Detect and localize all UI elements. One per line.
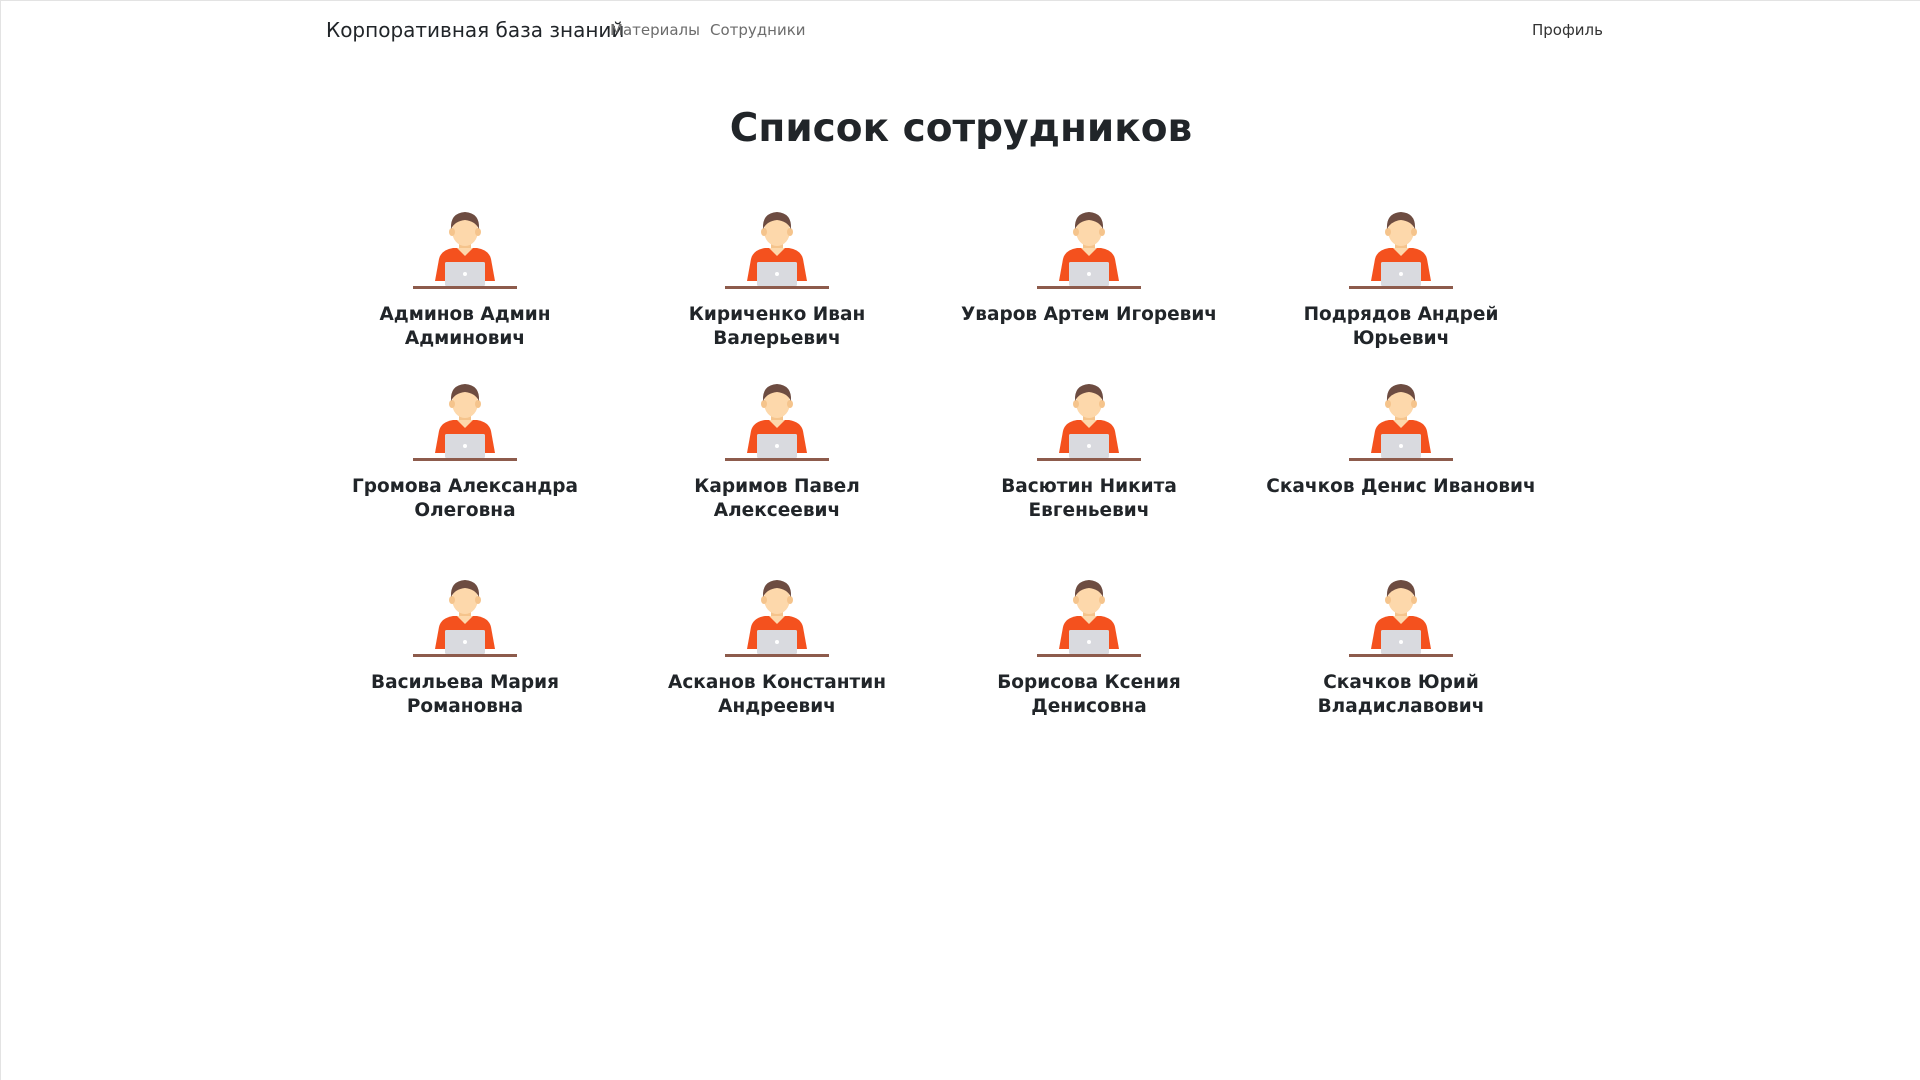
employee-name: Васильева Мария Романовна bbox=[371, 672, 559, 717]
employee-avatar-icon bbox=[413, 381, 517, 463]
employee-card[interactable]: Каримов Павел Алексеевич bbox=[621, 381, 933, 577]
employee-card[interactable]: Кириченко Иван Валерьевич bbox=[621, 209, 933, 381]
employee-name: Подрядов Андрей Юрьевич bbox=[1303, 304, 1499, 349]
employee-name: Борисова Ксения Денисовна bbox=[997, 672, 1181, 717]
employee-name: Скачков Денис Иванович bbox=[1266, 476, 1536, 497]
employee-avatar-icon bbox=[725, 209, 829, 291]
employee-name: Скачков Юрий Владиславович bbox=[1317, 672, 1485, 717]
employee-card[interactable]: Уваров Артем Игоревич bbox=[933, 209, 1245, 381]
employee-avatar-icon bbox=[1037, 209, 1141, 291]
employee-card[interactable]: Борисова Ксения Денисовна bbox=[933, 577, 1245, 757]
page-title: Список сотрудников bbox=[729, 106, 1193, 151]
employee-name: Админов Админ Админович bbox=[379, 304, 551, 349]
employee-avatar-icon bbox=[413, 209, 517, 291]
employee-name: Уваров Артем Игоревич bbox=[961, 304, 1217, 325]
employee-card[interactable]: Подрядов Андрей Юрьевич bbox=[1245, 209, 1557, 381]
employee-card[interactable]: Админов Админ Админович bbox=[309, 209, 621, 381]
employee-avatar-icon bbox=[1349, 577, 1453, 659]
employee-card[interactable]: Скачков Денис Иванович bbox=[1245, 381, 1557, 577]
employee-name: Каримов Павел Алексеевич bbox=[694, 476, 860, 521]
employee-name: Васютин Никита Евгеньевич bbox=[1001, 476, 1177, 521]
employee-name: Кириченко Иван Валерьевич bbox=[688, 304, 866, 349]
employee-avatar-icon bbox=[1037, 381, 1141, 463]
employee-grid: Админов Админ Админович Кириченко Иван В… bbox=[309, 209, 1557, 757]
employee-avatar-icon bbox=[413, 577, 517, 659]
employee-avatar-icon bbox=[725, 381, 829, 463]
employee-avatar-icon bbox=[1349, 209, 1453, 291]
employee-avatar-icon bbox=[725, 577, 829, 659]
navbar: Корпоративная база знаний Материалы Сотр… bbox=[1, 1, 1920, 59]
employee-avatar-icon bbox=[1349, 381, 1453, 463]
employee-card[interactable]: Громова Александра Олеговна bbox=[309, 381, 621, 577]
employee-card[interactable]: Васильева Мария Романовна bbox=[309, 577, 621, 757]
page: Корпоративная база знаний Материалы Сотр… bbox=[0, 0, 1920, 1080]
brand-link[interactable]: Корпоративная база знаний bbox=[326, 18, 624, 42]
employee-card[interactable]: Васютин Никита Евгеньевич bbox=[933, 381, 1245, 577]
employee-card[interactable]: Скачков Юрий Владиславович bbox=[1245, 577, 1557, 757]
employee-name: Асканов Константин Андреевич bbox=[668, 672, 886, 717]
nav-link-materials[interactable]: Материалы bbox=[610, 21, 700, 39]
employee-name: Громова Александра Олеговна bbox=[351, 476, 579, 521]
employee-card[interactable]: Асканов Константин Андреевич bbox=[621, 577, 933, 757]
employee-avatar-icon bbox=[1037, 577, 1141, 659]
nav-link-employees[interactable]: Сотрудники bbox=[710, 21, 806, 39]
nav-link-profile[interactable]: Профиль bbox=[1532, 21, 1603, 39]
